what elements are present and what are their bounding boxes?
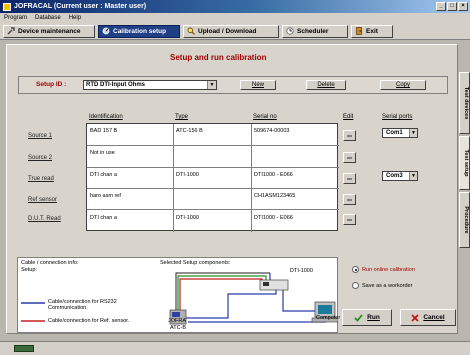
row-label-dut-read: D.U.T. Read: [28, 216, 61, 222]
cell-serial[interactable]: 509674-00003: [254, 128, 289, 134]
menu-help[interactable]: Help: [69, 15, 81, 21]
device-jofra-label: JOFRA: [168, 318, 187, 324]
run-button[interactable]: Run: [342, 309, 392, 326]
delete-button[interactable]: Delete: [306, 80, 346, 90]
serial-port-source-1-select[interactable]: Com1 ▼: [382, 128, 418, 138]
wrench-icon: [7, 27, 15, 35]
app-icon: [3, 2, 11, 11]
edit-true-read-button[interactable]: [343, 173, 356, 184]
run-online-radio[interactable]: [352, 266, 359, 273]
row-label-source-1: Source 1: [28, 133, 53, 139]
col-identification: Identification: [89, 114, 123, 120]
clock-icon: [286, 27, 294, 35]
edit-dut-read-button[interactable]: [343, 214, 356, 225]
edit-source-2-button[interactable]: [343, 152, 356, 163]
cell-type[interactable]: DTI-1000: [176, 172, 199, 178]
cell-serial[interactable]: CH1ASM123465: [254, 193, 295, 199]
devices-table: BAD 157 B ATC-156 B 509674-00003 Not in …: [86, 123, 339, 232]
exit-button[interactable]: Exit: [351, 24, 393, 38]
row-label-true-read: True read: [28, 176, 54, 182]
new-button[interactable]: New: [240, 80, 276, 90]
toolbar: Device maintenance Calibration setup Upl…: [0, 23, 470, 40]
cell-identification[interactable]: BAD 157 B: [90, 128, 117, 134]
cell-type[interactable]: DTI-1000: [176, 215, 199, 221]
tab-procedure[interactable]: Procedure: [459, 192, 470, 248]
status-bar: [0, 341, 470, 355]
minimize-button[interactable]: _: [436, 2, 446, 11]
menu-bar: Program Database Help: [0, 13, 470, 23]
cell-identification[interactable]: DTI chan a: [90, 215, 117, 221]
row-label-source-2: Source 2: [28, 155, 53, 161]
tab-test-setup[interactable]: Test setup: [459, 136, 470, 190]
col-serial-ports: Serial ports: [382, 114, 413, 120]
edit-ref-sensor-button[interactable]: [343, 194, 356, 205]
chevron-down-icon: ▼: [207, 81, 216, 89]
col-edit: Edit: [343, 114, 354, 120]
device-computer-label: Computer: [316, 315, 341, 321]
run-online-label: Run online calibration: [362, 267, 415, 273]
calibration-setup-button[interactable]: Calibration setup: [98, 24, 180, 38]
chevron-down-icon: ▼: [409, 129, 417, 137]
window-title: JOFRACAL (Current user : Master user): [14, 3, 147, 10]
door-icon: [356, 27, 362, 35]
col-type: Type: [175, 114, 189, 120]
maximize-button[interactable]: □: [447, 2, 457, 11]
chevron-down-icon: ▼: [409, 172, 417, 180]
legend-ref-sensor: Cable/connection for Ref. sensor.: [48, 318, 130, 324]
row-label-ref-sensor: Ref sensor: [28, 197, 58, 203]
cable-setup-label: Setup:: [21, 267, 37, 273]
cable-title: Cable / connection info:: [21, 260, 79, 266]
menu-program[interactable]: Program: [4, 15, 27, 21]
edit-source-1-button[interactable]: [343, 130, 356, 141]
close-icon: [411, 313, 419, 322]
gauge-icon: [102, 27, 110, 35]
search-icon: [187, 27, 195, 35]
device-maintenance-button[interactable]: Device maintenance: [3, 24, 95, 38]
device-atc-label: ATC-B: [170, 325, 187, 331]
title-bar: JOFRACAL (Current user : Master user) _ …: [0, 0, 470, 13]
checkmark-icon: [354, 313, 363, 322]
scheduler-button[interactable]: Scheduler: [282, 24, 348, 38]
cell-serial[interactable]: DTI1000 - E066: [254, 172, 293, 178]
serial-port-true-read-select[interactable]: Com3 ▼: [382, 171, 418, 181]
cell-identification[interactable]: Not in use: [90, 150, 115, 156]
cancel-button[interactable]: Cancel: [400, 309, 456, 326]
device-dti-label: DTI-1000: [290, 268, 313, 274]
tab-test-devices[interactable]: Test devices: [459, 72, 470, 134]
cell-type[interactable]: ATC-156 B: [176, 128, 203, 134]
cell-identification[interactable]: haro asm ref: [90, 193, 121, 199]
setup-id-label: Setup ID :: [36, 81, 67, 88]
col-serial-no: Serial no: [253, 114, 277, 120]
legend-rs232: Cable/connection for RS232 Communication…: [48, 299, 117, 311]
save-workorder-label: Save as a workorder: [362, 283, 413, 289]
upload-download-button[interactable]: Upload / Download: [183, 24, 279, 38]
menu-database[interactable]: Database: [35, 15, 61, 21]
legend-lines: [21, 302, 45, 322]
status-indicator-icon: [14, 345, 34, 352]
cell-identification[interactable]: DTI chan a: [90, 172, 117, 178]
page-title: Setup and run calibration: [170, 53, 267, 62]
cell-serial[interactable]: DTI1000 - E066: [254, 215, 293, 221]
setup-id-select[interactable]: RTD DTI-Input Ohms ▼: [83, 80, 217, 90]
copy-button[interactable]: Copy: [380, 80, 426, 90]
close-button[interactable]: ×: [458, 2, 468, 11]
cable-connection-panel: Cable / connection info: Setup: Selected…: [17, 257, 341, 333]
save-workorder-radio[interactable]: [352, 282, 359, 289]
